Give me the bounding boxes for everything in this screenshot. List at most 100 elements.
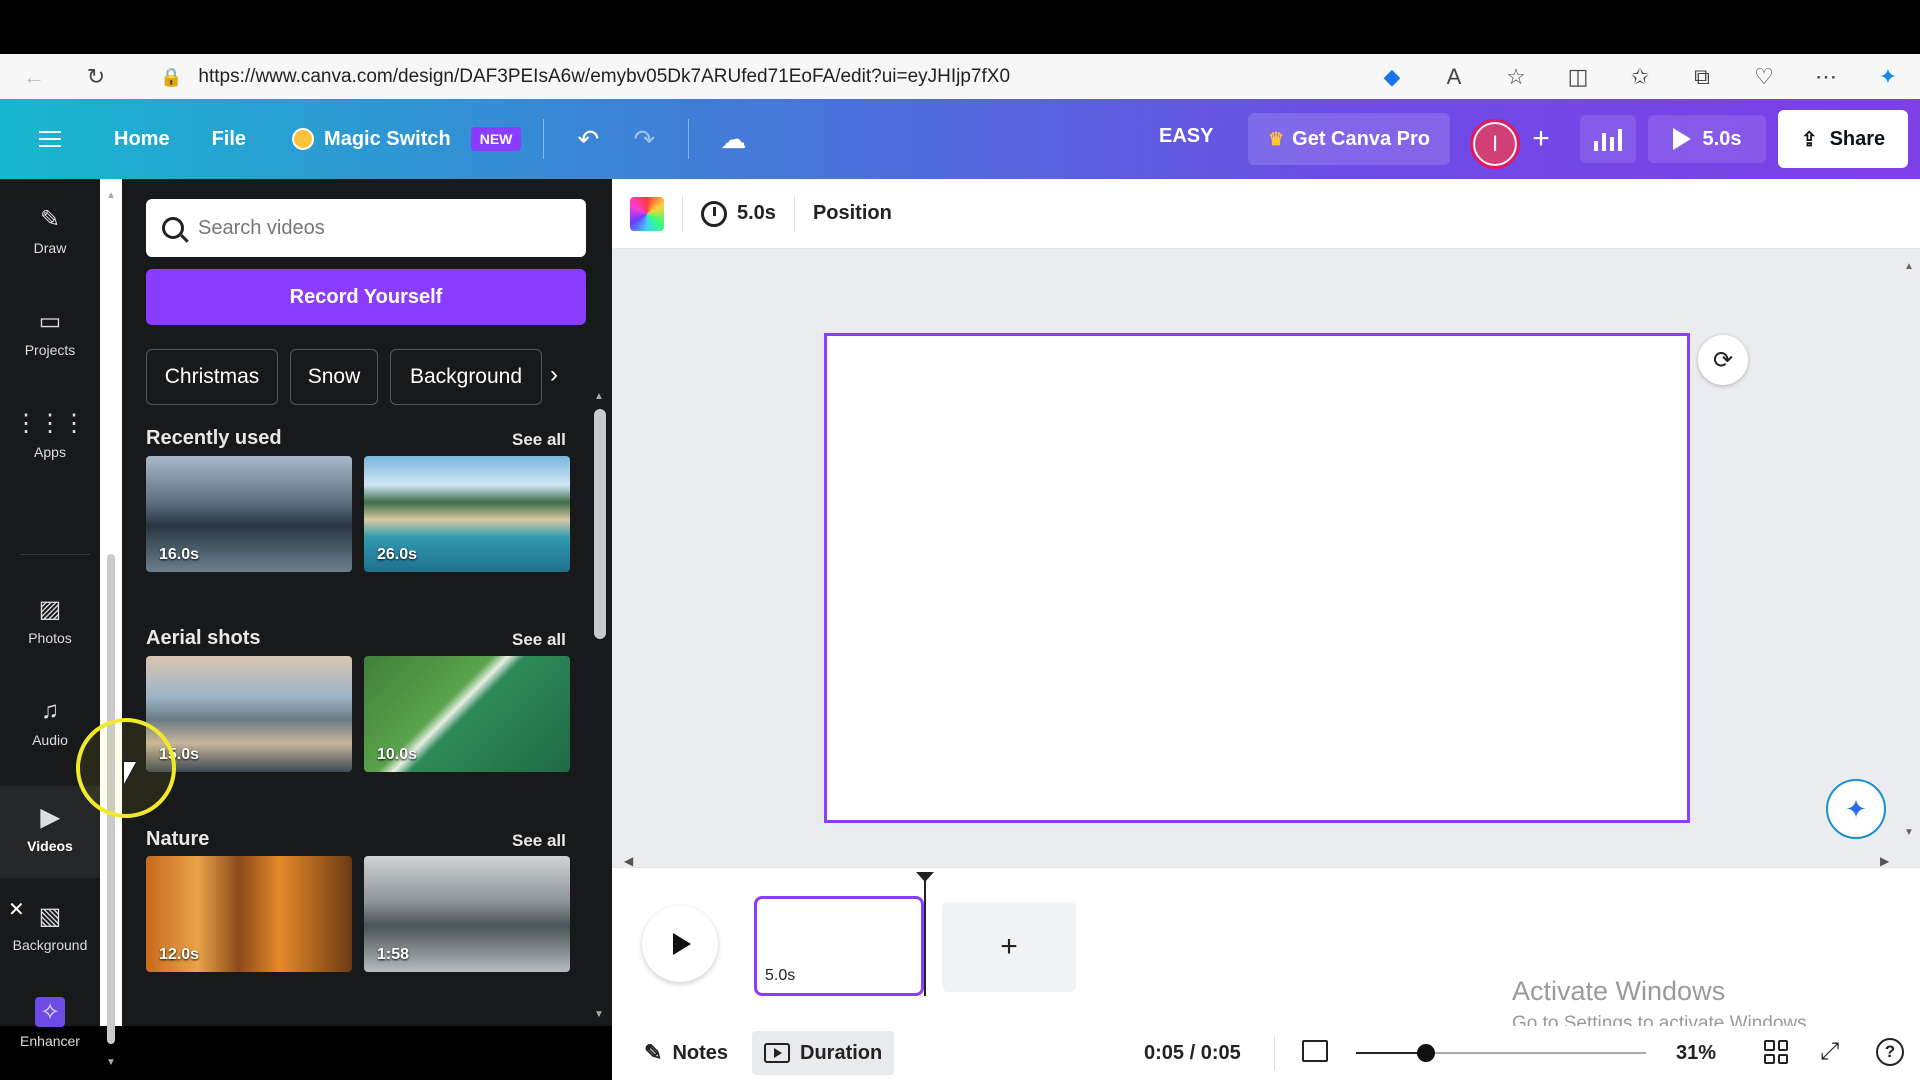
refresh-icon[interactable]: ⟳ xyxy=(1698,335,1748,385)
color-picker-icon[interactable] xyxy=(630,196,664,231)
record-yourself-button[interactable]: Record Yourself xyxy=(146,269,586,325)
scroll-left-icon[interactable]: ◀ xyxy=(624,854,633,868)
video-thumbnail[interactable]: 16.0s xyxy=(146,456,352,572)
search-placeholder: Search videos xyxy=(198,216,325,239)
health-icon[interactable]: ♡ xyxy=(1744,57,1784,97)
scroll-up-icon[interactable]: ▲ xyxy=(1904,261,1914,272)
duration-button[interactable]: Duration xyxy=(752,1031,895,1075)
help-icon[interactable]: ? xyxy=(1876,1038,1904,1066)
split-screen-icon[interactable]: ◫ xyxy=(1558,57,1598,97)
rail-item-photos[interactable]: ▨ Photos xyxy=(0,594,100,664)
panel-scroll-up-icon[interactable]: ▲ xyxy=(594,391,604,402)
rail-item-apps[interactable]: ⋮⋮⋮ Apps xyxy=(0,408,100,478)
rail-scroll-down-icon[interactable]: ▼ xyxy=(106,1057,116,1068)
rail-label: Draw xyxy=(33,240,67,256)
rail-item-videos[interactable]: ▶ Videos xyxy=(0,786,100,878)
rail-label: Videos xyxy=(27,838,73,854)
play-button[interactable] xyxy=(642,906,718,982)
rail-item-projects[interactable]: ▭ Projects xyxy=(0,306,100,376)
video-thumbnail[interactable]: 10.0s xyxy=(364,656,570,772)
background-pattern-icon: ▧ xyxy=(38,902,62,930)
scroll-down-icon[interactable]: ▼ xyxy=(1904,827,1914,838)
back-icon[interactable]: ← xyxy=(14,57,54,97)
see-all-link[interactable]: See all xyxy=(512,831,566,851)
rail-item-background[interactable]: ▧ Background xyxy=(0,901,100,971)
zoom-slider-knob[interactable] xyxy=(1416,1044,1435,1062)
more-icon[interactable]: ⋯ xyxy=(1806,57,1846,97)
chip-snow[interactable]: Snow xyxy=(290,349,378,405)
lock-icon: 🔒 xyxy=(160,66,183,87)
browser-toolbar: ← ↻ 🔒 https://www.canva.com/design/DAF3P… xyxy=(0,54,1920,99)
panel-scroll-down-icon[interactable]: ▼ xyxy=(594,1009,604,1020)
time-readout: 0:05 / 0:05 xyxy=(1144,1042,1241,1064)
notes-label: Notes xyxy=(672,1041,729,1064)
rail-item-enhancer[interactable]: ✧ Enhancer xyxy=(0,997,100,1067)
get-canva-pro-button[interactable]: ♛ Get Canva Pro xyxy=(1248,113,1450,165)
rail-label: Audio xyxy=(32,732,68,748)
rail-label: Apps xyxy=(34,444,66,460)
video-thumbnail[interactable]: 12.0s xyxy=(146,856,352,972)
magic-sparkle-icon[interactable]: ✦ xyxy=(1826,779,1886,839)
see-all-link[interactable]: See all xyxy=(512,630,566,650)
favorites-icon[interactable]: ✩ xyxy=(1620,57,1660,97)
divider xyxy=(1274,1036,1275,1070)
notes-icon: ✎ xyxy=(644,1040,663,1065)
home-link[interactable]: Home xyxy=(100,128,198,151)
cloud-saved-icon[interactable]: ☁ xyxy=(711,117,755,161)
avatar[interactable]: I xyxy=(1470,119,1520,169)
panel-scrollbar[interactable] xyxy=(594,409,606,639)
video-thumbnail[interactable]: 26.0s xyxy=(364,456,570,572)
editor-footer: ✎ Notes Duration 0:05 / 0:05 31% ⤢ ? xyxy=(612,1026,1920,1080)
grid-view-icon[interactable] xyxy=(1764,1040,1788,1064)
section-title: Aerial shots xyxy=(146,627,261,649)
design-page[interactable] xyxy=(824,333,1690,823)
scroll-right-icon[interactable]: ▶ xyxy=(1880,854,1889,868)
copilot-icon[interactable]: ✦ xyxy=(1868,57,1908,97)
url-text: https://www.canva.com/design/DAF3PEIsA6w… xyxy=(198,66,1011,87)
monitor-icon[interactable] xyxy=(1302,1040,1328,1062)
tag-icon[interactable]: ◆ xyxy=(1372,57,1412,97)
insights-button[interactable] xyxy=(1580,115,1636,163)
rail-scroll-up-icon[interactable]: ▲ xyxy=(106,190,116,201)
magic-switch-button[interactable]: Magic Switch NEW xyxy=(292,127,522,151)
video-duration: 1:58 xyxy=(377,946,410,963)
playhead[interactable] xyxy=(916,872,934,996)
chip-background[interactable]: Background xyxy=(390,349,542,405)
zoom-slider[interactable] xyxy=(1356,1044,1646,1062)
video-duration: 10.0s xyxy=(377,746,418,763)
folder-icon: ▭ xyxy=(38,307,62,335)
favorite-star-icon[interactable]: ☆ xyxy=(1496,57,1536,97)
zoom-percent[interactable]: 31% xyxy=(1676,1042,1716,1065)
menu-icon[interactable] xyxy=(0,99,100,179)
share-label: Share xyxy=(1829,127,1886,150)
add-page-button[interactable]: + xyxy=(942,902,1076,992)
add-collaborator-icon[interactable]: + xyxy=(1522,117,1560,161)
video-thumbnail[interactable]: 15.0s xyxy=(146,656,352,772)
see-all-link[interactable]: See all xyxy=(512,430,566,450)
position-button[interactable]: Position xyxy=(813,202,892,225)
clock-icon xyxy=(701,200,727,227)
reload-icon[interactable]: ↻ xyxy=(76,57,116,97)
read-aloud-icon[interactable]: A xyxy=(1434,57,1474,97)
divider xyxy=(688,119,690,159)
present-button[interactable]: 5.0s xyxy=(1648,115,1766,163)
fullscreen-icon[interactable]: ⤢ xyxy=(1820,1038,1839,1066)
timeline-clip[interactable]: 5.0s xyxy=(754,896,924,996)
notes-button[interactable]: ✎ Notes xyxy=(632,1031,740,1075)
toolbar-duration: 5.0s xyxy=(737,202,776,224)
duration-button[interactable]: 5.0s xyxy=(701,200,776,227)
undo-icon[interactable]: ↶ xyxy=(566,117,610,161)
crown-icon xyxy=(292,128,315,150)
share-button[interactable]: ⇪ Share xyxy=(1778,110,1908,168)
file-menu[interactable]: File xyxy=(198,128,274,151)
new-badge: NEW xyxy=(470,127,522,151)
search-input[interactable]: Search videos xyxy=(146,199,586,257)
video-thumbnail[interactable]: 1:58 xyxy=(364,856,570,972)
redo-icon[interactable]: ↷ xyxy=(622,117,666,161)
chevron-right-icon[interactable]: › xyxy=(550,361,558,389)
collections-icon[interactable]: ⧉ xyxy=(1682,57,1722,97)
chip-christmas[interactable]: Christmas xyxy=(146,349,278,405)
address-bar[interactable]: 🔒 https://www.canva.com/design/DAF3PEIsA… xyxy=(160,60,1340,94)
rail-item-draw[interactable]: ✎ Draw xyxy=(0,204,100,274)
design-title[interactable]: EASY xyxy=(1159,125,1213,148)
